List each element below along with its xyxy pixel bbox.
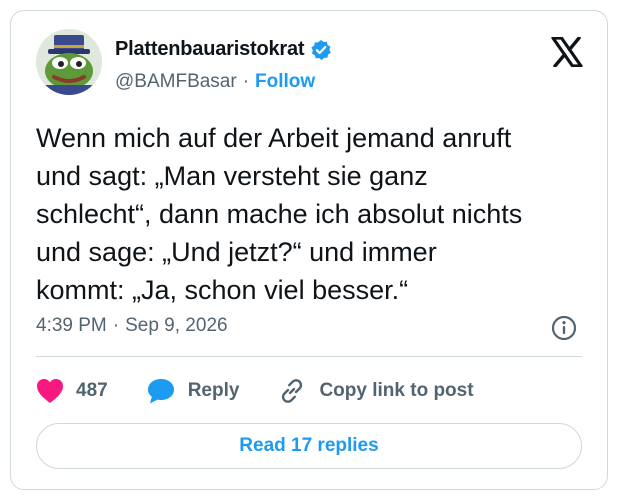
- tweet-time: 4:39 PM: [36, 315, 107, 336]
- author-handle[interactable]: @BAMFBasar: [115, 71, 237, 93]
- author-name-row: Plattenbauaristokrat: [115, 38, 332, 61]
- verified-badge-icon: [310, 39, 332, 61]
- x-logo-icon[interactable]: [551, 36, 583, 68]
- author-handle-row: @BAMFBasar · Follow: [115, 71, 315, 93]
- divider: [36, 356, 582, 357]
- reply-button[interactable]: Reply: [146, 377, 240, 405]
- timestamp-separator: ·: [112, 315, 120, 336]
- info-icon[interactable]: [551, 315, 577, 341]
- read-replies-button[interactable]: Read 17 replies: [36, 423, 582, 469]
- avatar[interactable]: [36, 29, 102, 95]
- heart-icon: [36, 378, 64, 404]
- copy-link-button[interactable]: Copy link to post: [277, 376, 474, 406]
- reply-label: Reply: [187, 380, 240, 401]
- tweet-date: Sep 9, 2026: [125, 315, 228, 336]
- action-bar: 487 Reply Copy link to post: [36, 369, 474, 413]
- tweet-text: Wenn mich auf der Arbeit jemand anruft u…: [36, 123, 523, 305]
- like-button[interactable]: 487: [36, 378, 108, 404]
- tweet-timestamp[interactable]: 4:39 PM · Sep 9, 2026: [36, 315, 228, 337]
- like-count: 487: [76, 380, 108, 401]
- tweet-card: Plattenbauaristokrat @BAMFBasar · Follow…: [10, 10, 608, 490]
- author-display-name[interactable]: Plattenbauaristokrat: [115, 38, 305, 61]
- link-icon: [277, 376, 307, 406]
- copy-link-label: Copy link to post: [319, 380, 474, 401]
- speech-bubble-icon: [146, 377, 176, 405]
- handle-separator: ·: [242, 71, 250, 92]
- follow-button[interactable]: Follow: [255, 71, 315, 93]
